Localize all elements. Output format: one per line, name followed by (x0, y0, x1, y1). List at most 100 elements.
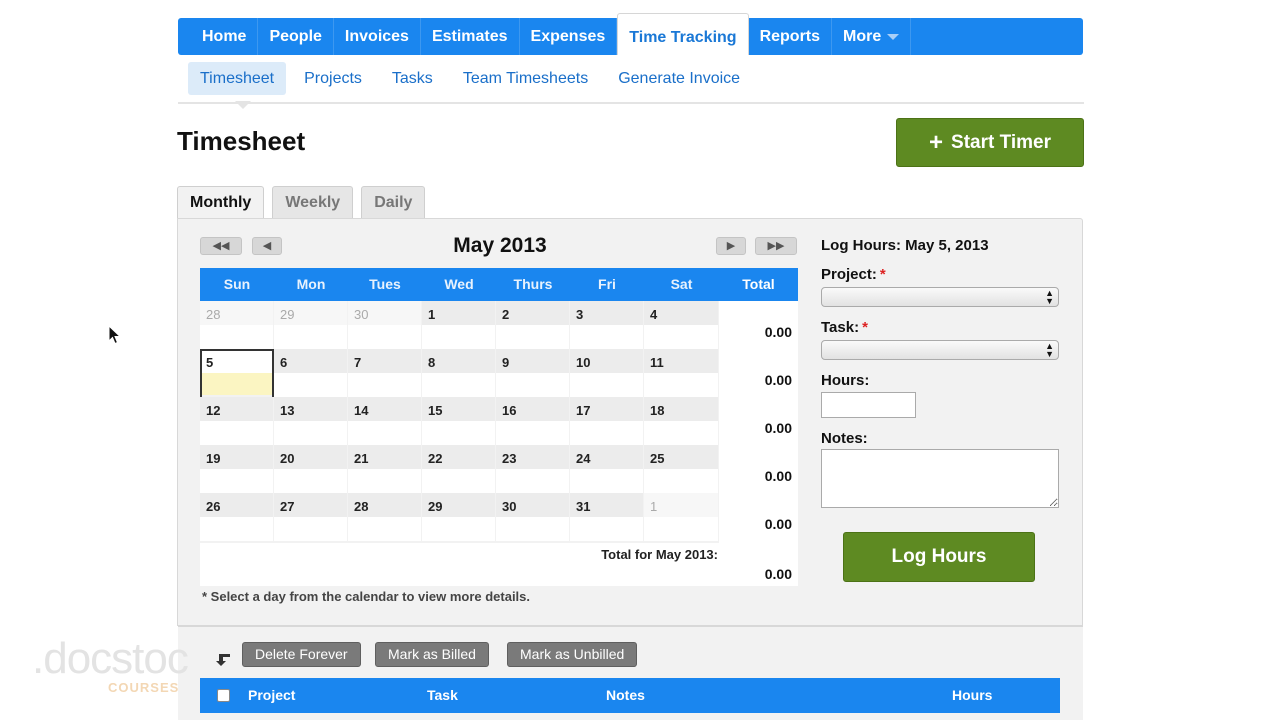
prev-month-button[interactable]: ◀ (252, 237, 282, 255)
subnav-pointer (235, 101, 251, 109)
nav-reports[interactable]: Reports (749, 18, 833, 55)
nav-estimates[interactable]: Estimates (421, 18, 520, 55)
day-number: 7 (354, 355, 362, 370)
plus-icon: + (929, 128, 944, 156)
header-thurs: Thurs (513, 276, 553, 292)
day-number: 17 (576, 403, 591, 418)
subnav-generate-invoice[interactable]: Generate Invoice (606, 62, 752, 95)
day-number: 28 (206, 307, 221, 322)
calendar-hint: * Select a day from the calendar to view… (202, 589, 531, 604)
log-hours-button[interactable]: Log Hours (843, 532, 1035, 582)
watermark-sub: COURSES (108, 680, 180, 695)
start-timer-label: Start Timer (951, 131, 1051, 153)
task-label: Task: (821, 319, 860, 336)
header-sat: Sat (670, 276, 693, 292)
day-number: 19 (206, 451, 221, 466)
col-hours[interactable]: Hours (952, 687, 992, 703)
select-arrows-icon: ▲ ▼ (1045, 341, 1054, 359)
bulk-select-arrow-icon (216, 654, 230, 666)
nav-more-label: More (843, 28, 882, 45)
day-number: 21 (354, 451, 369, 466)
select-all-checkbox[interactable] (217, 689, 230, 702)
app-window: Home People Invoices Estimates Expenses … (0, 0, 1280, 720)
tab-weekly[interactable]: Weekly (272, 186, 354, 220)
page-title: Timesheet (177, 126, 306, 156)
nav-people[interactable]: People (258, 18, 334, 55)
tab-daily[interactable]: Daily (361, 186, 426, 220)
prev-year-button[interactable]: ◀◀ (200, 237, 242, 255)
day-number: 28 (354, 499, 369, 514)
day-number: 11 (650, 355, 664, 370)
calendar-grid: 28 29 30 1 2 3 4 0.00 5 6 7 8 9 10 11 0.… (200, 301, 798, 555)
tab-monthly[interactable]: Monthly (177, 186, 265, 220)
header-sun: Sun (223, 276, 251, 292)
day-number: 18 (650, 403, 665, 418)
header-fri: Fri (598, 276, 616, 292)
calendar-header: Sun Mon Tues Wed Thurs Fri Sat Total (200, 268, 798, 301)
log-hours-title: Log Hours: May 5, 2013 (821, 237, 989, 254)
day-number: 5 (206, 355, 214, 370)
day-number: 31 (576, 499, 591, 514)
col-project[interactable]: Project (248, 687, 295, 703)
col-task[interactable]: Task (427, 687, 458, 703)
day-number: 24 (576, 451, 591, 466)
day-number: 4 (650, 307, 658, 322)
right-arrow-icon: ▶ (726, 240, 736, 252)
next-year-button[interactable]: ▶▶ (755, 237, 797, 255)
required-mark: * (862, 319, 868, 336)
day-number: 1 (428, 307, 436, 322)
day-number: 29 (280, 307, 295, 322)
day-number: 6 (280, 355, 288, 370)
calendar-week: 19 20 21 22 23 24 25 0.00 (200, 445, 798, 507)
hours-input[interactable] (821, 392, 916, 418)
sub-nav: Timesheet Projects Tasks Team Timesheets… (188, 62, 758, 95)
subnav-tasks[interactable]: Tasks (380, 62, 445, 95)
nav-home[interactable]: Home (178, 18, 259, 55)
day-number: 26 (206, 499, 221, 514)
subnav-timesheet[interactable]: Timesheet (188, 62, 287, 95)
view-tabs: Monthly Weekly Daily (177, 186, 433, 220)
notes-textarea[interactable] (821, 449, 1059, 508)
nav-time-tracking[interactable]: Time Tracking (617, 13, 749, 55)
left-arrow-icon: ◀ (262, 240, 272, 252)
day-number: 30 (354, 307, 369, 322)
day-number: 16 (502, 403, 517, 418)
mark-as-unbilled-button[interactable]: Mark as Unbilled (507, 642, 638, 667)
subnav-divider (178, 102, 1084, 104)
subnav-projects[interactable]: Projects (292, 62, 374, 95)
nav-more[interactable]: More (832, 18, 912, 55)
day-number: 27 (280, 499, 295, 514)
project-select[interactable]: ▲ ▼ (821, 287, 1059, 307)
chevron-down-icon (887, 33, 900, 40)
day-number: 10 (576, 355, 591, 370)
delete-forever-button[interactable]: Delete Forever (242, 642, 361, 667)
watermark-brand: .docstoc (32, 634, 189, 683)
calendar-week: 12 13 14 15 16 17 18 0.00 (200, 397, 798, 459)
entries-table-header: Project Task Notes Hours (200, 678, 1060, 713)
day-number: 1 (650, 499, 658, 514)
mark-as-billed-button[interactable]: Mark as Billed (375, 642, 489, 667)
start-timer-button[interactable]: + Start Timer (896, 118, 1084, 167)
nav-invoices[interactable]: Invoices (334, 18, 421, 55)
mouse-cursor-icon (108, 325, 122, 345)
day-number: 2 (502, 307, 510, 322)
subnav-team-timesheets[interactable]: Team Timesheets (451, 62, 600, 95)
col-notes[interactable]: Notes (606, 687, 645, 703)
calendar-week: 5 6 7 8 9 10 11 0.00 (200, 349, 798, 411)
notes-label: Notes: (821, 430, 868, 447)
day-number: 12 (206, 403, 221, 418)
task-label-row: Task: * (821, 319, 868, 336)
main-nav: Home People Invoices Estimates Expenses … (178, 13, 1083, 55)
month-title: May 2013 (453, 234, 547, 257)
day-number: 15 (428, 403, 443, 418)
hours-label: Hours: (821, 372, 870, 389)
header-tues: Tues (369, 276, 401, 292)
next-month-button[interactable]: ▶ (716, 237, 746, 255)
task-select[interactable]: ▲ ▼ (821, 340, 1059, 360)
day-number: 25 (650, 451, 665, 466)
day-number: 14 (354, 403, 369, 418)
nav-expenses[interactable]: Expenses (520, 18, 618, 55)
month-total-row: Total for May 2013: 0.00 (200, 543, 798, 586)
month-total-label: Total for May 2013: (601, 547, 718, 562)
day-number: 22 (428, 451, 443, 466)
